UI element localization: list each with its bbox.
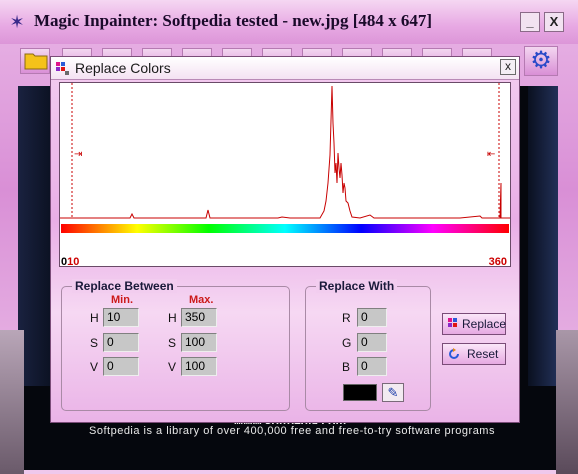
s-min-label: S — [90, 336, 99, 350]
max-header: Max. — [189, 294, 214, 306]
replace-colors-dialog: Replace Colors x ⇥ ⇤ 010 360 Replace Bet… — [50, 56, 520, 423]
background-tree — [0, 330, 24, 474]
s-min-field[interactable]: 0 — [103, 333, 139, 352]
reset-button[interactable]: Reset — [442, 343, 506, 365]
hue-spectrum-bar — [61, 224, 509, 233]
s-max-label: S — [168, 336, 177, 350]
hue-histogram[interactable]: ⇥ ⇤ 010 360 — [59, 82, 511, 268]
min-range-arrow: ⇥ — [74, 149, 82, 160]
dialog-close-button[interactable]: x — [500, 59, 516, 75]
v-min-field[interactable]: 0 — [103, 357, 139, 376]
h-min-label: H — [90, 311, 99, 325]
window-title: Magic Inpainter: Softpedia tested - new.… — [34, 11, 433, 30]
replace-button[interactable]: Replace — [442, 313, 506, 335]
histogram-curve — [60, 85, 510, 219]
histogram-max-label: 360 — [488, 256, 507, 268]
eyedropper-icon: ✎ — [387, 385, 399, 400]
title-bar: ✶ Magic Inpainter: Softpedia tested - ne… — [0, 0, 578, 44]
histogram-plot: ⇥ ⇤ — [60, 83, 510, 233]
v-max-label: V — [168, 360, 177, 374]
r-label: R — [342, 311, 351, 325]
canvas-caption: Softpedia is a library of over 400,000 f… — [89, 425, 495, 437]
app-star-icon: ✶ — [9, 12, 25, 32]
b-label: B — [342, 360, 351, 374]
canvas-edge — [528, 86, 558, 386]
dialog-title: Replace Colors — [75, 60, 171, 76]
h-max-field[interactable]: 350 — [181, 308, 217, 327]
gear-icon: ⚙ — [530, 47, 552, 74]
color-picker-button[interactable]: ✎ — [382, 383, 404, 402]
h-min-field[interactable]: 10 — [103, 308, 139, 327]
minimize-button[interactable]: _ — [520, 12, 540, 32]
dialog-title-bar[interactable]: Replace Colors x — [51, 57, 519, 80]
min-header: Min. — [111, 294, 133, 306]
replace-color-swatch — [343, 384, 377, 401]
g-field[interactable]: 0 — [357, 333, 387, 352]
s-max-field[interactable]: 100 — [181, 333, 217, 352]
replace-with-title: Replace With — [316, 279, 398, 293]
palette-icon — [448, 318, 457, 327]
settings-gear-button[interactable]: ⚙ — [524, 46, 558, 76]
b-field[interactable]: 0 — [357, 357, 387, 376]
v-max-field[interactable]: 100 — [181, 357, 217, 376]
palette-icon — [56, 62, 69, 75]
max-range-arrow: ⇤ — [487, 149, 495, 160]
replace-label: Replace — [462, 317, 507, 331]
reset-icon — [449, 348, 459, 359]
close-window-button[interactable]: X — [544, 12, 564, 32]
g-label: G — [342, 336, 352, 350]
background-tree — [556, 330, 578, 474]
r-field[interactable]: 0 — [357, 308, 387, 327]
reset-label: Reset — [467, 347, 499, 361]
replace-between-group: Replace Between Min. Max. H 10 H 350 S 0… — [61, 279, 290, 411]
v-min-label: V — [90, 360, 99, 374]
replace-with-group: Replace With R 0 G 0 B 0 ✎ — [305, 279, 431, 411]
h-max-label: H — [168, 311, 177, 325]
folder-icon — [24, 53, 48, 70]
replace-between-title: Replace Between — [72, 279, 177, 293]
histogram-min-label: 010 — [61, 256, 80, 268]
